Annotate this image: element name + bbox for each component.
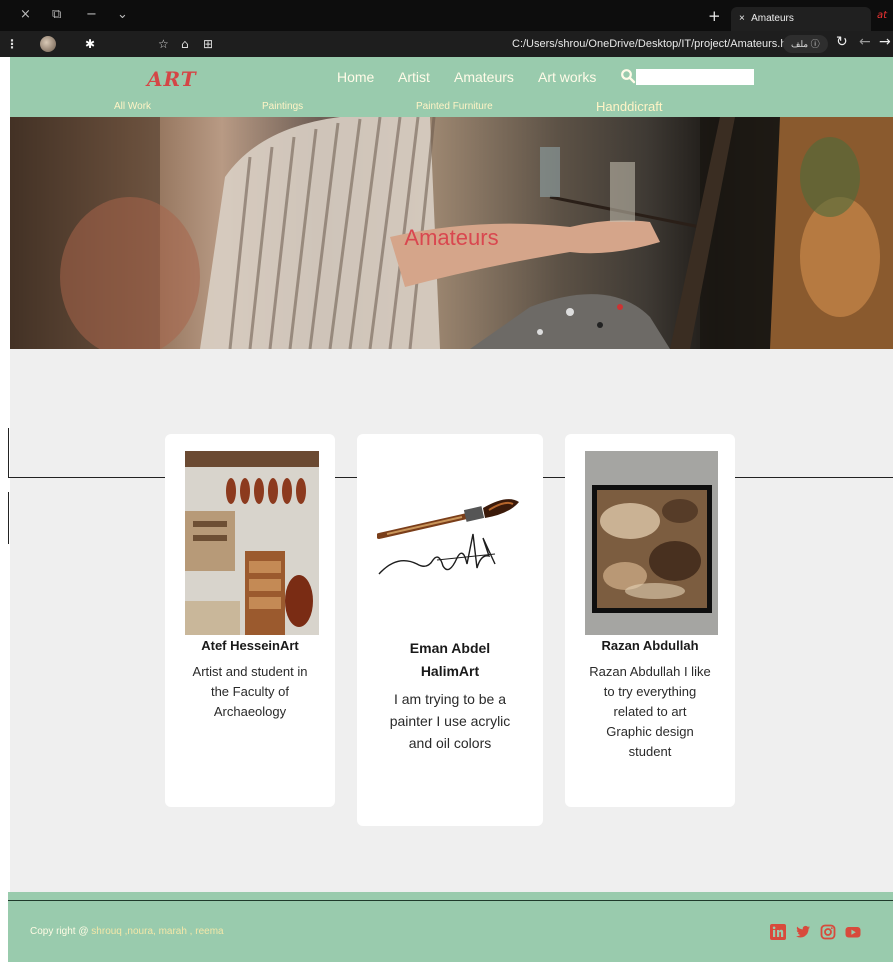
- amateur-card[interactable]: Razan Abdullah Razan Abdullah I like to …: [565, 434, 735, 807]
- menu-dots-icon[interactable]: ⋮: [6, 36, 18, 52]
- amateur-name: Atef HesseinArt: [201, 638, 299, 653]
- nav-amateurs[interactable]: Amateurs: [454, 69, 514, 85]
- close-tab-icon[interactable]: ×: [739, 13, 745, 24]
- paintbrush-signature-image: [377, 499, 519, 575]
- subnav-paintings[interactable]: Paintings: [262, 101, 303, 112]
- search-icon[interactable]: [620, 68, 636, 84]
- youtube-icon[interactable]: [845, 924, 861, 940]
- back-arrow-icon[interactable]: ←: [859, 34, 871, 50]
- amateur-description: I am trying to be a painter I use acryli…: [389, 691, 511, 751]
- bookmark-star-icon[interactable]: ☆: [158, 36, 169, 52]
- nav-art-works[interactable]: Art works: [538, 69, 596, 85]
- subnav-all-work[interactable]: All Work: [114, 101, 151, 112]
- vertical-rule: [8, 428, 9, 478]
- amateur-name: Eman Abdel HalimArt: [409, 640, 491, 679]
- hero-title: Amateurs: [404, 225, 499, 250]
- search-input[interactable]: [636, 69, 754, 85]
- browser-tab[interactable]: × Amateurs: [731, 7, 871, 31]
- tab-title: Amateurs: [751, 13, 794, 24]
- site-logo[interactable]: ART: [147, 67, 197, 91]
- folder-icon[interactable]: ⌂: [181, 36, 189, 52]
- framed-abstract-painting-image: [585, 451, 718, 635]
- amateur-description: Razan Abdullah I like to try everything …: [589, 664, 711, 759]
- new-tab-button[interactable]: +: [708, 8, 721, 24]
- close-window-icon[interactable]: ×: [20, 6, 31, 24]
- hero-banner: Amateurs: [10, 117, 893, 349]
- extension-badge[interactable]: at: [877, 10, 887, 21]
- violin-workshop-image: [185, 451, 319, 635]
- profile-avatar-icon[interactable]: [40, 36, 56, 52]
- site-info-badge[interactable]: ملف ⓘ: [783, 35, 828, 53]
- minimize-window-icon[interactable]: −: [86, 6, 97, 24]
- amateur-description: Artist and student in the Faculty of Arc…: [192, 664, 308, 719]
- copyright-prefix: Copy right @: [30, 926, 92, 937]
- amateur-name: Razan Abdullah: [601, 638, 699, 653]
- twitter-icon[interactable]: [795, 924, 811, 940]
- subnav-painted-furniture[interactable]: Painted Furniture: [416, 101, 493, 112]
- tab-search-chevron-icon[interactable]: ⌄: [117, 6, 128, 24]
- copyright-text: Copy right @ shrouq ,noura, marah , reem…: [30, 926, 224, 937]
- site-header: ART Home Artist Amateurs Art works All W…: [10, 57, 893, 117]
- vertical-rule: [8, 492, 9, 544]
- translate-icon[interactable]: ⊞: [203, 36, 213, 52]
- copyright-names: shrouq ,noura, marah , reema: [91, 926, 224, 937]
- address-bar[interactable]: C:/Users/shrou/OneDrive/Desktop/IT/proje…: [512, 31, 801, 57]
- linkedin-icon[interactable]: [770, 924, 786, 940]
- footer-divider: [8, 900, 893, 901]
- nav-artist[interactable]: Artist: [398, 69, 430, 85]
- instagram-icon[interactable]: [820, 924, 836, 940]
- amateur-card[interactable]: Atef HesseinArt Artist and student in th…: [165, 434, 335, 807]
- restore-window-icon[interactable]: ⧉: [52, 6, 61, 24]
- subnav-handicraft[interactable]: Handdicraft: [596, 99, 662, 114]
- forward-arrow-icon[interactable]: →: [879, 34, 891, 50]
- browser-titlebar: × ⧉ − ⌄ + × Amateurs at: [0, 0, 893, 31]
- reload-icon[interactable]: ↻: [836, 34, 848, 50]
- extensions-puzzle-icon[interactable]: ✱: [85, 36, 95, 52]
- nav-home[interactable]: Home: [337, 69, 374, 85]
- site-footer: Copy right @ shrouq ,noura, marah , reem…: [8, 892, 893, 962]
- amateur-card[interactable]: Eman Abdel HalimArt I am trying to be a …: [357, 434, 543, 826]
